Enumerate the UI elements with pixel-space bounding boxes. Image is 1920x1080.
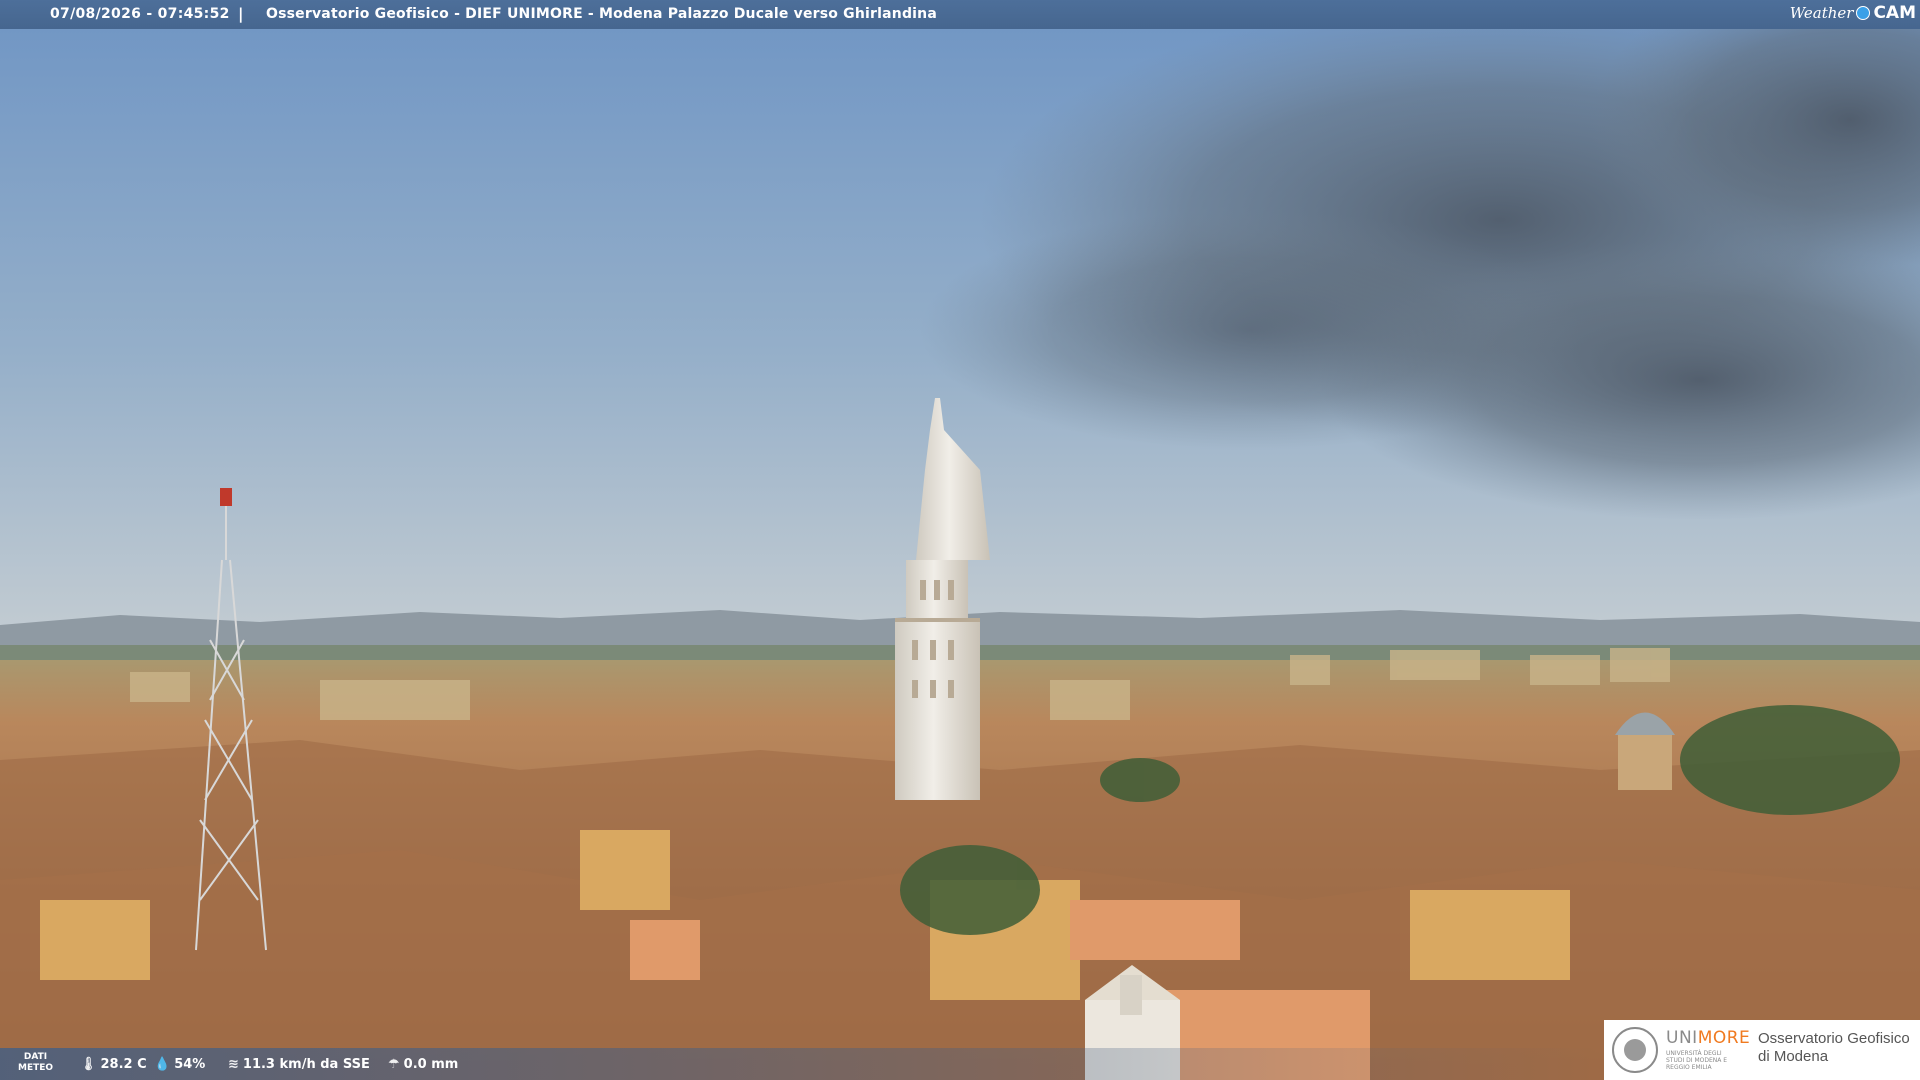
university-subtitle: UNIVERSITÀ DEGLI STUDI DI MODENA E REGGI… (1666, 1050, 1728, 1071)
wind-icon: ≋ (228, 1057, 239, 1072)
label-line2: METEO (18, 1063, 54, 1073)
globe-icon (1856, 6, 1871, 20)
weather-data-bar: DATI METEO 🌡 28.2 C 💧 54% ≋ 11.3 km/h da… (0, 1048, 1600, 1080)
dome (1615, 712, 1675, 790)
webcam-image (0, 0, 1920, 1080)
temperature-value: 28.2 C (100, 1057, 147, 1072)
rain-icon: ☂ (388, 1057, 400, 1072)
observatory-line1: Osservatorio Geofisico (1758, 1030, 1910, 1047)
university-seal-icon (1612, 1027, 1658, 1073)
rain-reading: ☂ 0.0 mm (388, 1057, 458, 1072)
uni-suffix: MORE (1697, 1028, 1751, 1048)
humidity-value: 54% (174, 1057, 206, 1072)
humidity-reading: 💧 54% (154, 1057, 205, 1072)
label-line1: DATI (23, 1052, 48, 1062)
brand-cam: CAM (1873, 3, 1916, 23)
rain-value: 0.0 mm (403, 1057, 459, 1072)
humidity-drop-icon: 💧 (154, 1057, 171, 1072)
wind-value: 11.3 km/h da SSE (242, 1057, 370, 1072)
observatory-line2: di Modena (1758, 1048, 1829, 1065)
camera-title: Osservatorio Geofisico - DIEF UNIMORE - … (266, 6, 937, 22)
weathercam-logo: Weather CAM (1790, 3, 1916, 23)
weather-data-label: DATI METEO (18, 1052, 53, 1074)
header-separator: | (238, 5, 244, 23)
unimore-observatory-logo: UNIMORE UNIVERSITÀ DEGLI STUDI DI MODENA… (1604, 1020, 1920, 1080)
brand-weather: Weather (1789, 4, 1854, 22)
camera-header-bar: 07/08/2026 - 07:45:52 | Osservatorio Geo… (0, 0, 1920, 29)
unimore-wordmark: UNIMORE (1666, 1028, 1750, 1048)
wind-reading: ≋ 11.3 km/h da SSE (228, 1057, 370, 1072)
thermometer-icon: 🌡 (80, 1057, 97, 1072)
temperature-reading: 🌡 28.2 C (80, 1057, 147, 1072)
capture-datetime: 07/08/2026 - 07:45:52 (50, 6, 230, 22)
uni-prefix: UNI (1666, 1028, 1698, 1048)
observatory-name: Osservatorio Geofisico di Modena (1758, 1030, 1910, 1066)
